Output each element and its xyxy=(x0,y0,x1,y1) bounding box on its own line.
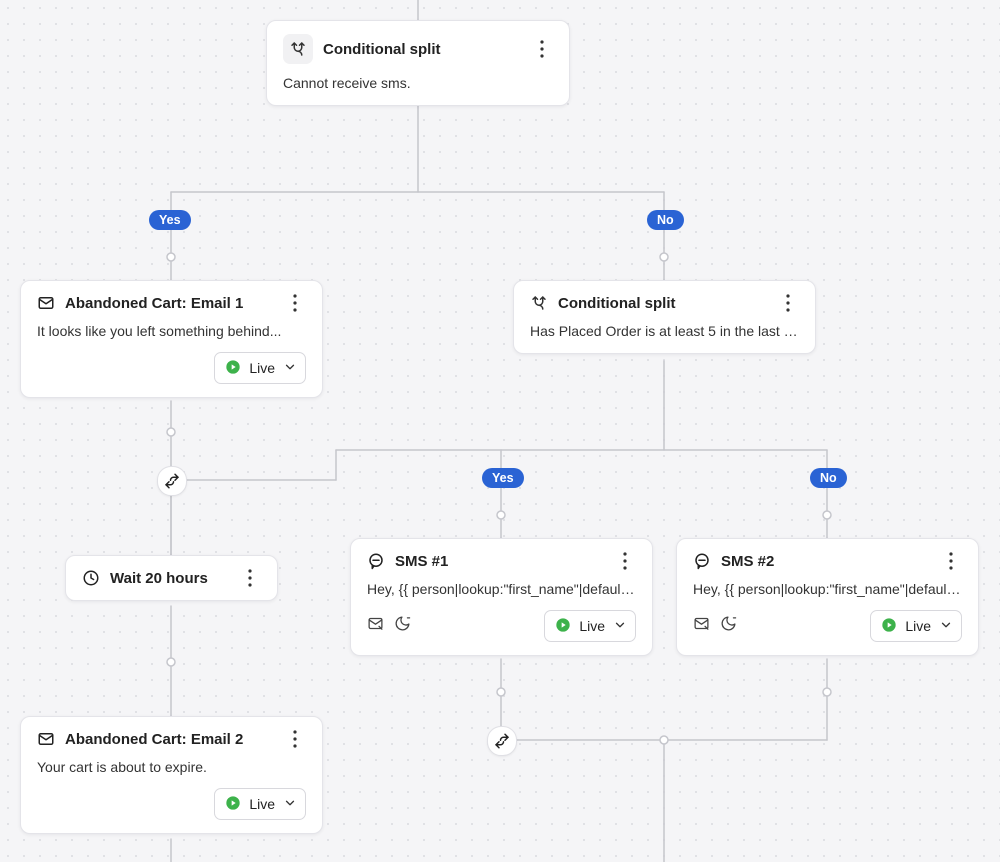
merge-node[interactable] xyxy=(157,466,187,496)
chevron-down-icon xyxy=(283,360,297,377)
shuffle-icon xyxy=(493,732,511,750)
node-title: SMS #2 xyxy=(721,553,774,570)
node-title: Conditional split xyxy=(323,41,441,58)
node-menu-button[interactable] xyxy=(284,292,306,314)
sms-icon xyxy=(367,552,385,570)
node-title: Conditional split xyxy=(558,295,676,312)
clock-icon xyxy=(82,569,100,587)
status-select[interactable]: Live xyxy=(870,610,962,642)
node-title: Wait 20 hours xyxy=(110,570,208,587)
status-select[interactable]: Live xyxy=(214,352,306,384)
status-label: Live xyxy=(249,360,275,376)
node-description: Cannot receive sms. xyxy=(283,74,553,92)
chevron-down-icon xyxy=(613,618,627,635)
mail-icon xyxy=(37,730,55,748)
node-description: Hey, {{ person|lookup:"first_name"|defau… xyxy=(693,580,962,598)
node-menu-button[interactable] xyxy=(284,728,306,750)
node-menu-button[interactable] xyxy=(239,567,261,589)
branch-label: No xyxy=(657,214,674,227)
quiet-hours-icon xyxy=(720,615,737,637)
sms-icon xyxy=(693,552,711,570)
branch-label: Yes xyxy=(159,214,181,227)
branch-label: Yes xyxy=(492,472,514,485)
node-menu-button[interactable] xyxy=(531,38,553,60)
split-icon xyxy=(530,294,548,312)
play-icon xyxy=(881,617,897,636)
branch-pill-no: No xyxy=(810,468,847,488)
node-conditional-split-inner[interactable]: Conditional split Has Placed Order is at… xyxy=(513,280,816,354)
status-select[interactable]: Live xyxy=(544,610,636,642)
node-title: Abandoned Cart: Email 2 xyxy=(65,731,243,748)
node-conditional-split-root[interactable]: Conditional split Cannot receive sms. xyxy=(266,20,570,106)
play-icon xyxy=(225,795,241,814)
branch-label: No xyxy=(820,472,837,485)
branch-pill-no: No xyxy=(647,210,684,230)
merge-node[interactable] xyxy=(487,726,517,756)
play-icon xyxy=(225,359,241,378)
play-icon xyxy=(555,617,571,636)
node-description: Has Placed Order is at least 5 in the la… xyxy=(530,322,799,340)
node-email-1[interactable]: Abandoned Cart: Email 1 It looks like yo… xyxy=(20,280,323,398)
node-description: Your cart is about to expire. xyxy=(37,758,306,776)
node-sms-2[interactable]: SMS #2 Hey, {{ person|lookup:"first_name… xyxy=(676,538,979,656)
smart-send-icon xyxy=(693,615,710,637)
status-label: Live xyxy=(905,618,931,634)
shuffle-icon xyxy=(163,472,181,490)
node-menu-button[interactable] xyxy=(614,550,636,572)
node-menu-button[interactable] xyxy=(777,292,799,314)
node-wait[interactable]: Wait 20 hours xyxy=(65,555,278,601)
node-email-2[interactable]: Abandoned Cart: Email 2 Your cart is abo… xyxy=(20,716,323,834)
quiet-hours-icon xyxy=(394,615,411,637)
chevron-down-icon xyxy=(283,796,297,813)
node-sms-1[interactable]: SMS #1 Hey, {{ person|lookup:"first_name… xyxy=(350,538,653,656)
branch-pill-yes: Yes xyxy=(149,210,191,230)
node-description: Hey, {{ person|lookup:"first_name"|defau… xyxy=(367,580,636,598)
mail-icon xyxy=(37,294,55,312)
status-label: Live xyxy=(249,796,275,812)
node-menu-button[interactable] xyxy=(940,550,962,572)
smart-send-icon xyxy=(367,615,384,637)
status-label: Live xyxy=(579,618,605,634)
split-icon xyxy=(283,34,313,64)
node-description: It looks like you left something behind.… xyxy=(37,322,306,340)
chevron-down-icon xyxy=(939,618,953,635)
node-title: SMS #1 xyxy=(395,553,448,570)
branch-pill-yes: Yes xyxy=(482,468,524,488)
node-title: Abandoned Cart: Email 1 xyxy=(65,295,243,312)
status-select[interactable]: Live xyxy=(214,788,306,820)
